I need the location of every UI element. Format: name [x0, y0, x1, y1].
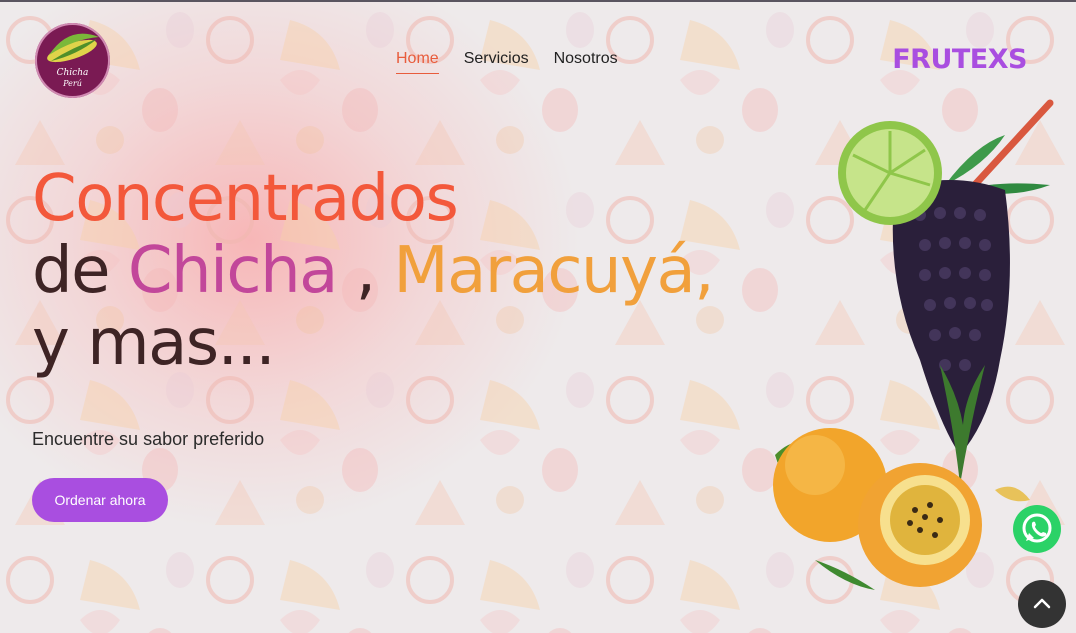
chicha-drink-illustration [773, 99, 1054, 590]
hero-line-1: Concentrados [32, 162, 459, 236]
nav-home[interactable]: Home [396, 50, 439, 74]
hero-line-2: de Chicha , Maracuyá, [32, 234, 715, 308]
logo[interactable]: Chicha Perú [35, 23, 110, 98]
hero-word-de: de [32, 234, 128, 308]
hero-title: Concentrados de Chicha , Maracuyá, y mas… [32, 162, 715, 380]
hero-word-maracuya: Maracuyá, [393, 234, 714, 308]
logo-text: Chicha [56, 68, 89, 78]
nav-nosotros[interactable]: Nosotros [554, 50, 618, 74]
main-nav: Home Servicios Nosotros [396, 50, 618, 74]
hero-comma: , [336, 234, 394, 308]
nav-servicios[interactable]: Servicios [464, 50, 529, 74]
chevron-up-icon [1033, 598, 1051, 609]
logo-subtext: Perú [63, 79, 82, 88]
hero-subtitle: Encuentre su sabor preferido [32, 429, 265, 449]
top-border [0, 0, 1076, 2]
logo-corn-icon [47, 33, 99, 63]
scroll-to-top-button[interactable] [1018, 580, 1066, 628]
whatsapp-button[interactable] [1013, 505, 1061, 553]
whatsapp-icon [1022, 513, 1052, 543]
hero-line-3: y mas... [32, 306, 276, 380]
order-now-button[interactable]: Ordenar ahora [32, 478, 168, 522]
brand-name[interactable]: FRUTEXS [892, 44, 1027, 75]
hero-word-chicha: Chicha [127, 234, 339, 308]
